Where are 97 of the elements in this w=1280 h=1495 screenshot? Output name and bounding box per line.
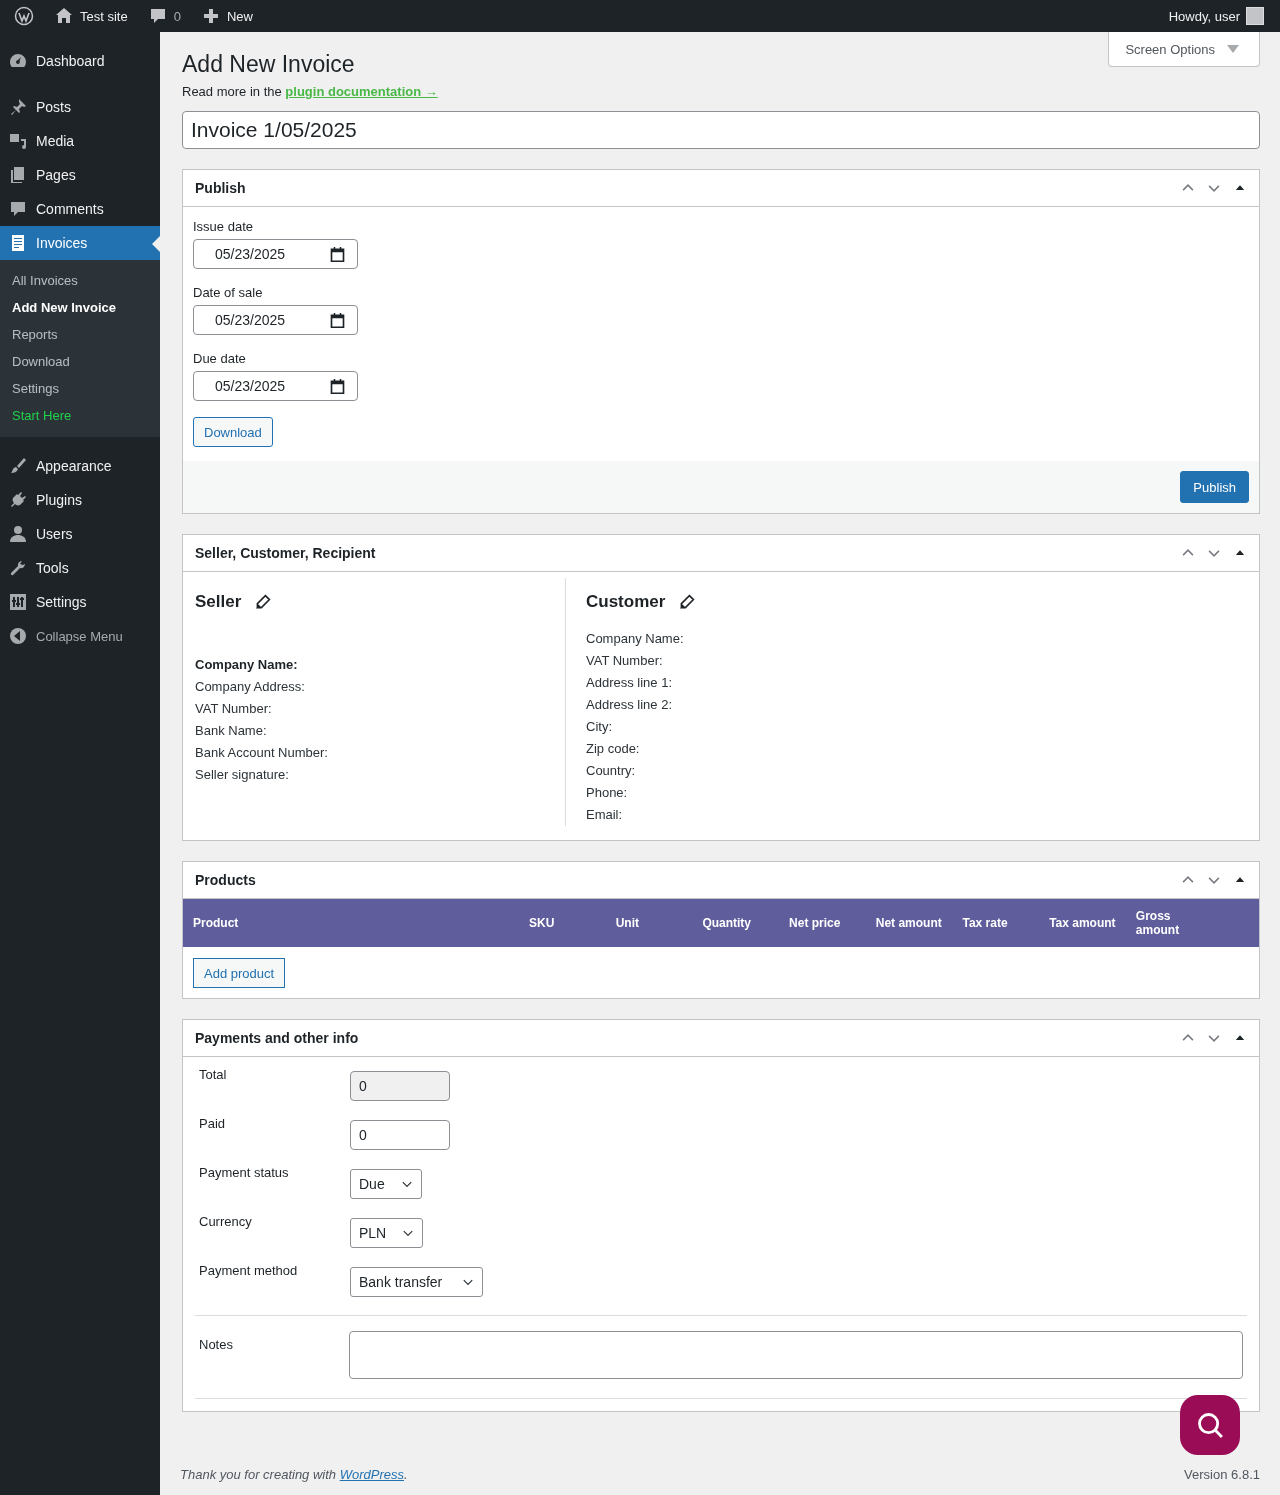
field-label: Seller signature: <box>195 766 290 784</box>
comments-link[interactable]: 0 <box>139 6 189 26</box>
party-heading: Seller <box>195 592 242 612</box>
party-heading: Customer <box>586 592 666 612</box>
field-label: Date of sale <box>193 285 264 300</box>
menu-item[interactable]: Media <box>0 124 160 158</box>
column-header: SKU <box>529 916 556 930</box>
submenu-item[interactable]: All Invoices <box>0 267 160 294</box>
page-title: Add New Invoice <box>182 50 355 78</box>
select-field[interactable]: Due <box>350 1168 422 1199</box>
field-label: Company Name: <box>195 656 299 674</box>
screen-options-button[interactable]: Screen Options <box>1108 32 1260 67</box>
box-title: Publish <box>195 180 247 196</box>
field-label: Bank Name: <box>195 722 268 740</box>
field-label: Phone: <box>586 784 629 802</box>
field-label: Payment method <box>199 1262 299 1278</box>
calendar-icon <box>330 246 345 262</box>
column-header: Product <box>193 916 240 930</box>
account-link[interactable]: Howdy, user <box>1160 7 1272 25</box>
column-header: Unit <box>615 916 640 930</box>
version-text: Version 6.8.1 <box>1184 1467 1260 1482</box>
field-label: Issue date <box>193 219 254 234</box>
site-link[interactable]: Test site <box>46 6 136 26</box>
notes-field[interactable] <box>349 1331 1243 1379</box>
menu-item[interactable]: Invoices <box>0 226 160 260</box>
field-label: Payment status <box>199 1164 290 1180</box>
field-label: Email: <box>586 806 624 824</box>
wordpress-logo-icon <box>14 6 34 26</box>
field-label: Zip code: <box>586 740 641 758</box>
field-label: Currency <box>199 1213 253 1229</box>
footer-note: Thank you for creating with WordPress. <box>180 1467 408 1482</box>
submenu-item[interactable]: Settings <box>0 375 160 402</box>
menu-item[interactable]: Users <box>0 517 160 551</box>
submenu-item[interactable]: Start Here <box>0 402 160 429</box>
publish-button[interactable]: Publish <box>1180 471 1249 503</box>
collapse-menu-button[interactable]: Collapse Menu <box>0 619 160 653</box>
title-field[interactable]: Invoice 1/05/2025 <box>182 111 1260 149</box>
field-label: Address line 2: <box>586 696 673 714</box>
field-label: City: <box>586 718 613 736</box>
column-header: Gross amount <box>1135 909 1181 937</box>
field-label: Due date <box>193 351 247 366</box>
menu-item[interactable]: Settings <box>0 585 160 619</box>
date-field[interactable]: 05/23/2025 <box>193 305 358 335</box>
wordpress-link[interactable]: WordPress <box>339 1467 404 1482</box>
documentation-note: Read more in the plugin documentation → <box>182 84 439 99</box>
new-link[interactable]: New <box>192 6 261 26</box>
input-field[interactable]: 0 <box>350 1119 450 1150</box>
calendar-icon <box>330 378 345 394</box>
submenu-item[interactable]: Add New Invoice <box>0 294 160 321</box>
submenu-item[interactable]: Reports <box>0 321 160 348</box>
date-field[interactable]: 05/23/2025 <box>193 239 358 269</box>
home-icon <box>54 6 74 26</box>
column-header: Quantity <box>702 916 753 930</box>
menu-item[interactable]: Comments <box>0 192 160 226</box>
sliders-icon <box>8 592 28 612</box>
user-icon <box>8 524 28 544</box>
column-header: Net price <box>789 916 842 930</box>
menu-item[interactable]: Appearance <box>0 449 160 483</box>
wrench-icon <box>8 558 28 578</box>
submenu-item[interactable]: Download <box>0 348 160 375</box>
field-label: Company Name: <box>586 630 685 648</box>
column-header: Tax amount <box>1049 916 1117 930</box>
add-product-button[interactable]: Add product <box>193 958 286 988</box>
menu-item[interactable]: Dashboard <box>0 44 160 78</box>
menu-item[interactable]: Tools <box>0 551 160 585</box>
field-label: Country: <box>586 762 637 780</box>
search-icon <box>1196 1411 1224 1439</box>
column-header: Net amount <box>875 916 943 930</box>
download-button[interactable]: Download <box>193 417 273 447</box>
menu-item[interactable]: Plugins <box>0 483 160 517</box>
box-title: Products <box>195 872 257 888</box>
calendar-icon <box>330 312 345 328</box>
column-header: Tax rate <box>962 916 1009 930</box>
field-label: Notes <box>199 1336 234 1352</box>
brush-icon <box>8 456 28 476</box>
field-label: VAT Number: <box>586 652 664 670</box>
field-label: Paid <box>199 1115 227 1131</box>
field-label: VAT Number: <box>195 700 273 718</box>
date-field[interactable]: 05/23/2025 <box>193 371 358 401</box>
pencil-icon <box>679 594 696 610</box>
field-label: Company Address: <box>195 678 306 696</box>
speech-bubble-icon <box>8 199 28 219</box>
select-field[interactable]: Bank transfer <box>350 1266 483 1297</box>
help-button[interactable] <box>1180 1395 1240 1455</box>
field-label: Total <box>199 1066 228 1082</box>
input-field: 0 <box>350 1070 450 1101</box>
box-title: Payments and other info <box>195 1030 360 1046</box>
field-label: Address line 1: <box>586 674 673 692</box>
field-label: Bank Account Number: <box>195 744 329 762</box>
media-icon <box>8 131 28 151</box>
collapse-icon <box>8 626 28 646</box>
menu-item[interactable]: Posts <box>0 90 160 124</box>
box-title: Seller, Customer, Recipient <box>195 545 377 561</box>
pencil-icon <box>255 594 272 610</box>
menu-item[interactable]: Pages <box>0 158 160 192</box>
avatar-icon <box>1246 7 1264 25</box>
select-field[interactable]: PLN <box>350 1217 424 1248</box>
